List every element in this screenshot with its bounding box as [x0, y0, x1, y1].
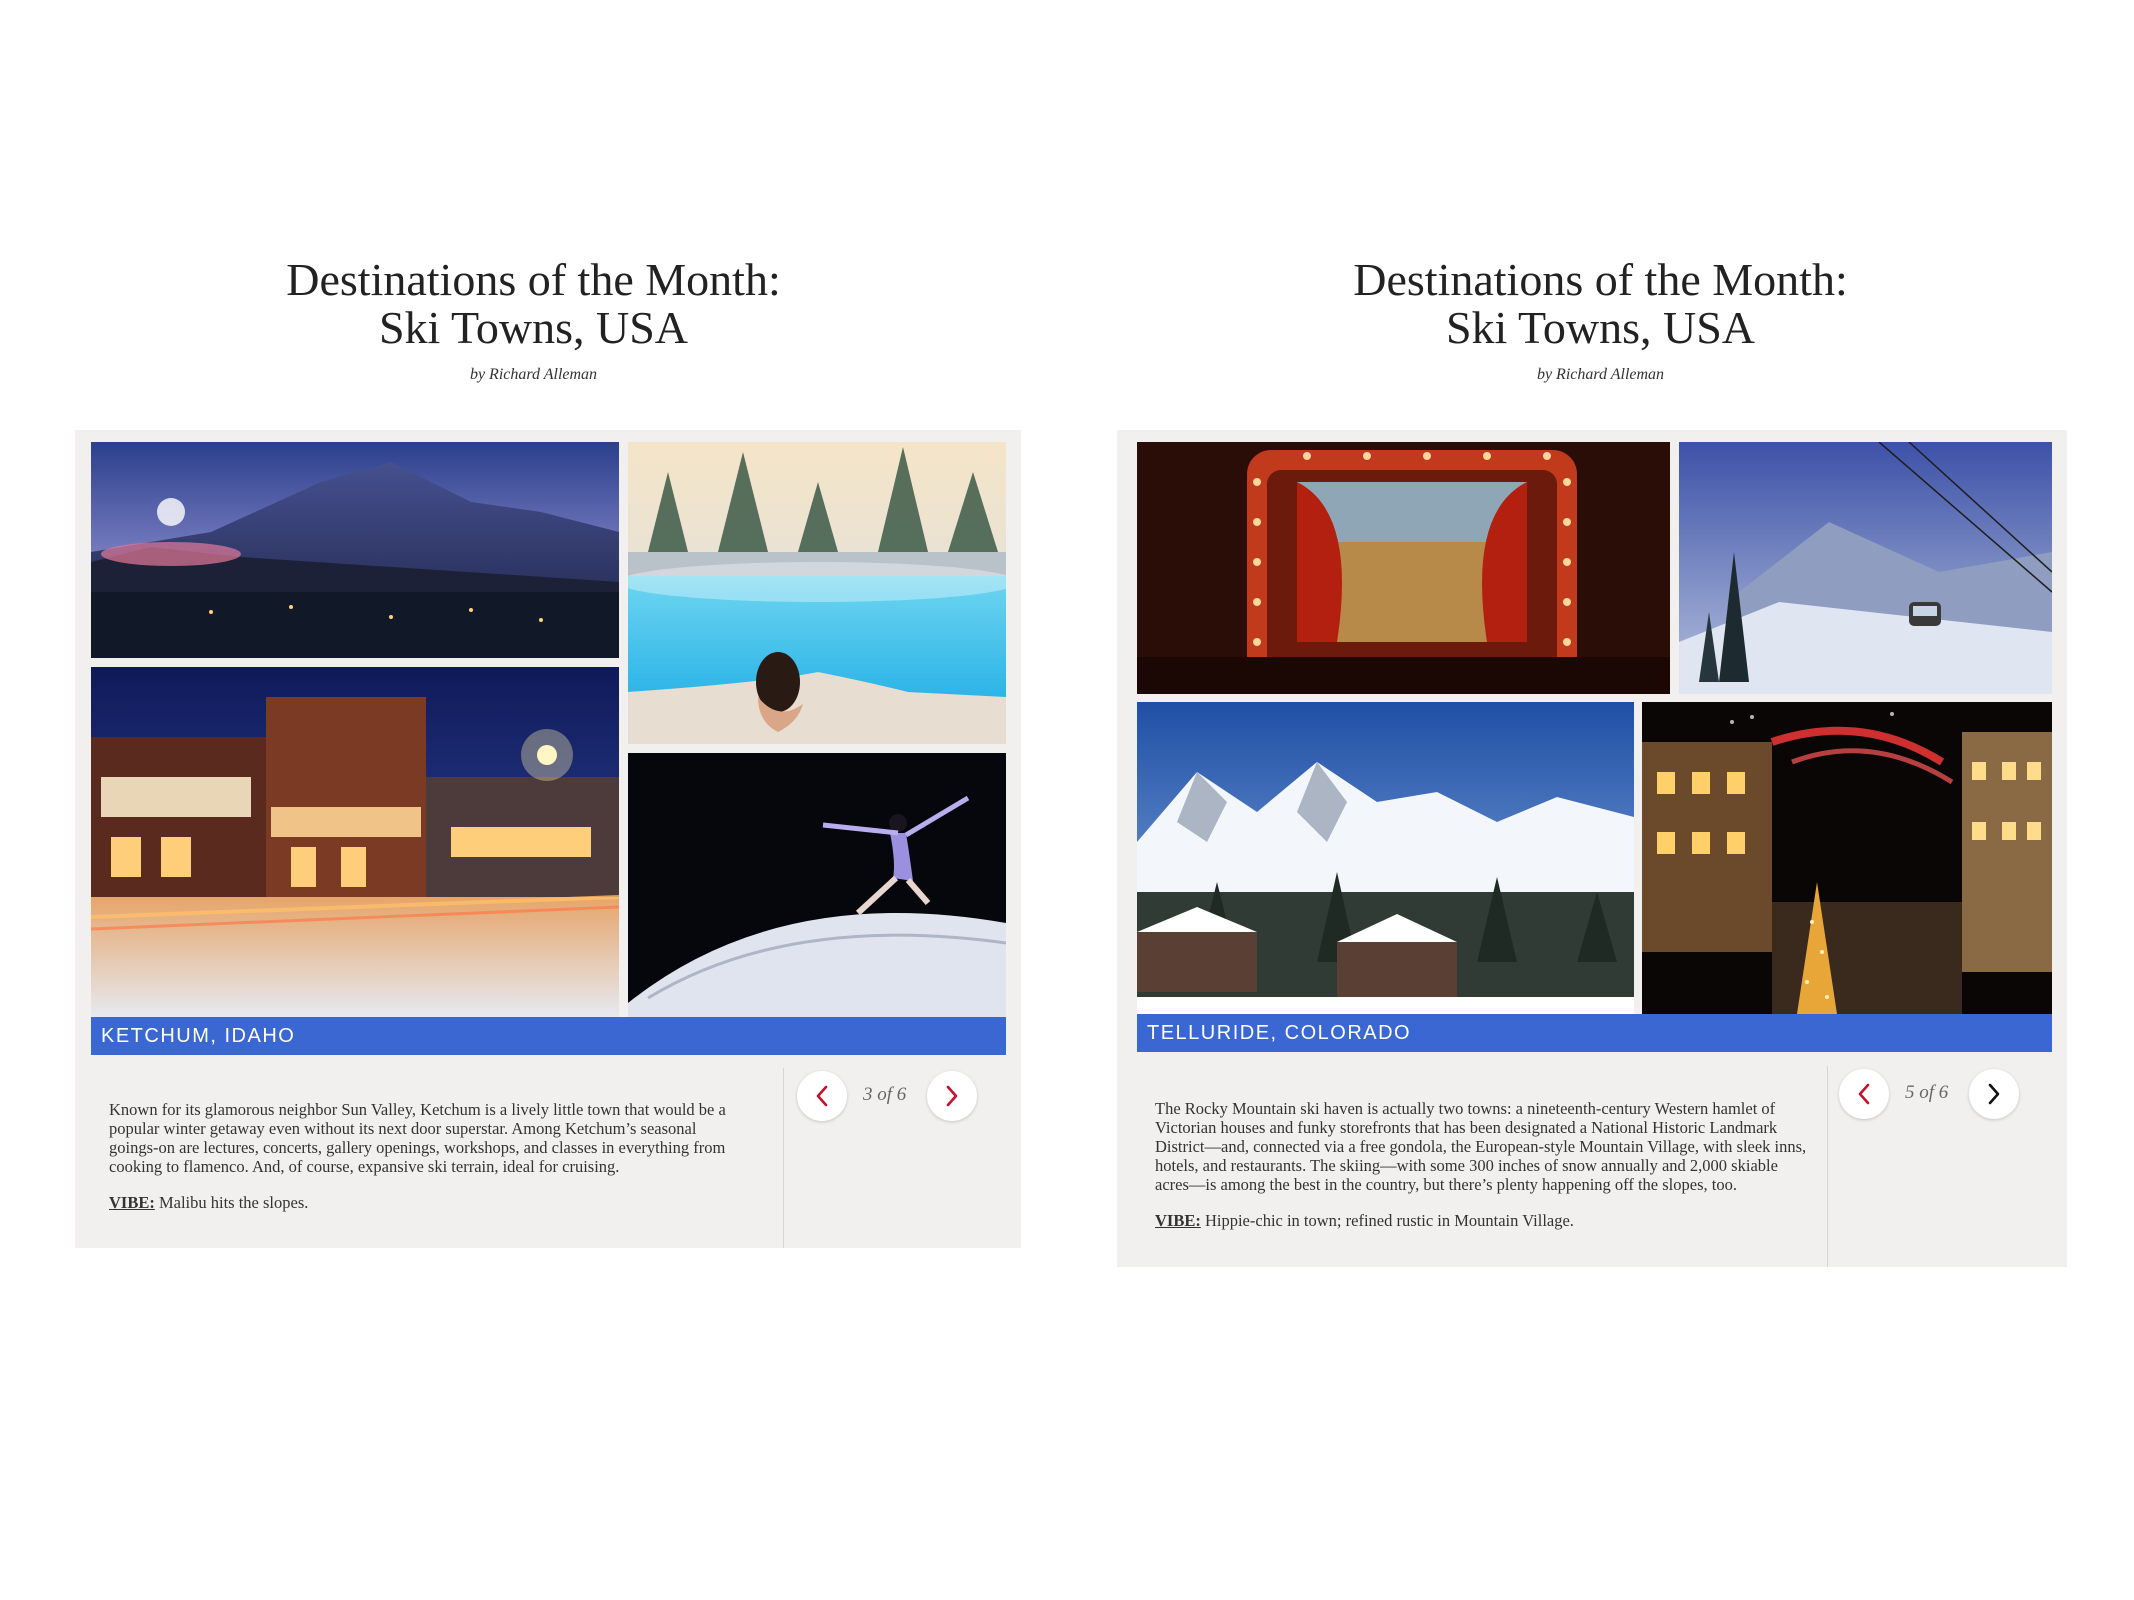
- photo-snowy-peaks: [1137, 702, 1634, 1014]
- nav-divider: [783, 1068, 784, 1248]
- title-line-1: Destinations of the Month:: [1353, 254, 1848, 305]
- location-caption: KETCHUM, IDAHO: [91, 1017, 1006, 1055]
- vibe-line: VIBE: Malibu hits the slopes.: [109, 1193, 749, 1212]
- photo-mountain-night: [91, 442, 619, 658]
- page-title: Destinations of the Month: Ski Towns, US…: [0, 256, 1067, 352]
- vibe-text: Hippie-chic in town; refined rustic in M…: [1204, 1211, 1574, 1230]
- nav-divider: [1827, 1066, 1828, 1267]
- chevron-left-icon: [816, 1085, 828, 1107]
- title-line-1: Destinations of the Month:: [286, 254, 781, 305]
- title-line-2: Ski Towns, USA: [1445, 302, 1756, 353]
- photo-mountain-village-night: [1642, 702, 2052, 1014]
- slide-counter: 5 of 6: [1905, 1082, 1949, 1103]
- title-line-2: Ski Towns, USA: [378, 302, 689, 353]
- slideshow-card: TELLURIDE, COLORADO The Rocky Mountain s…: [1117, 430, 2067, 1267]
- slideshow-card: KETCHUM, IDAHO Known for its glamorous n…: [75, 430, 1021, 1248]
- slide-panel-ketchum: Destinations of the Month: Ski Towns, US…: [0, 0, 1067, 1600]
- chevron-right-icon: [1988, 1083, 2000, 1105]
- slide-description: Known for its glamorous neighbor Sun Val…: [109, 1100, 749, 1229]
- prev-slide-button[interactable]: [797, 1071, 847, 1121]
- chevron-left-icon: [1858, 1083, 1870, 1105]
- photo-figure-skater: [628, 753, 1006, 1017]
- vibe-label: VIBE:: [1155, 1211, 1201, 1230]
- next-slide-button[interactable]: [1969, 1069, 2019, 1119]
- slide-counter: 3 of 6: [863, 1084, 907, 1105]
- photo-opera-house-stage: [1137, 442, 1670, 694]
- page-title: Destinations of the Month: Ski Towns, US…: [1067, 256, 2134, 352]
- byline: by Richard Alleman: [469, 366, 598, 383]
- chevron-right-icon: [946, 1085, 958, 1107]
- photo-gondola: [1679, 442, 2052, 694]
- photo-main-street-night: [91, 667, 619, 1017]
- vibe-line: VIBE: Hippie-chic in town; refined rusti…: [1155, 1211, 1815, 1230]
- prev-slide-button[interactable]: [1839, 1069, 1889, 1119]
- vibe-text: Malibu hits the slopes.: [158, 1193, 309, 1212]
- description-text: The Rocky Mountain ski haven is actually…: [1155, 1099, 1807, 1194]
- slide-panel-telluride: Destinations of the Month: Ski Towns, US…: [1067, 0, 2134, 1600]
- vibe-label: VIBE:: [109, 1193, 155, 1212]
- next-slide-button[interactable]: [927, 1071, 977, 1121]
- byline: by Richard Alleman: [1536, 366, 1665, 383]
- photo-hot-springs-pool: [628, 442, 1006, 744]
- location-caption: TELLURIDE, COLORADO: [1137, 1014, 2052, 1052]
- description-text: Known for its glamorous neighbor Sun Val…: [109, 1100, 726, 1176]
- slide-description: The Rocky Mountain ski haven is actually…: [1155, 1099, 1815, 1247]
